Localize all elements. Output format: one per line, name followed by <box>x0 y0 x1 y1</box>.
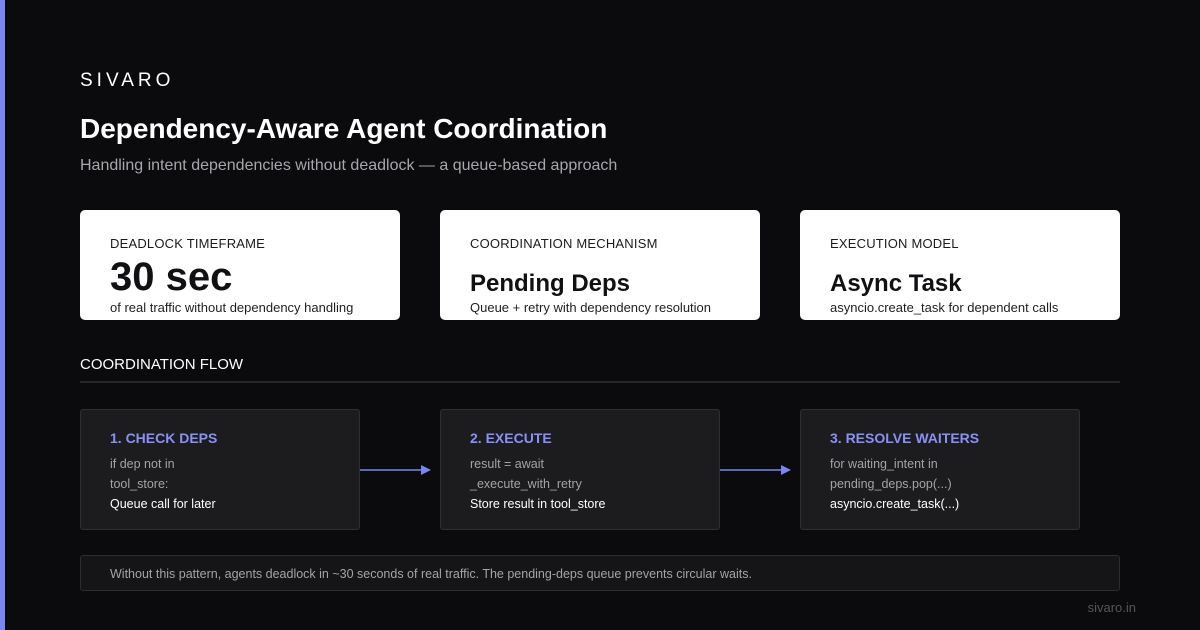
accent-bar <box>0 0 5 630</box>
flow-step-line: Store result in tool_store <box>470 497 606 511</box>
stat-label: EXECUTION MODEL <box>830 236 959 251</box>
page-subtitle: Handling intent dependencies without dea… <box>80 157 618 174</box>
flow-step-title: 3. RESOLVE WAITERS <box>830 430 980 446</box>
stat-label: COORDINATION MECHANISM <box>470 236 658 251</box>
flow-step-line: for waiting_intent in <box>830 457 938 471</box>
flow-step-title: 1. CHECK DEPS <box>110 430 218 446</box>
stat-label: DEADLOCK TIMEFRAME <box>110 236 266 251</box>
section-divider <box>80 381 1120 383</box>
flow-step-check-deps: 1. CHECK DEPS if dep not in tool_store: … <box>80 409 360 530</box>
footer-url: sivaro.in <box>1087 600 1136 615</box>
stat-card-coordination-mechanism: COORDINATION MECHANISM Pending Deps Queu… <box>440 210 760 320</box>
flow-step-line: pending_deps.pop(...) <box>830 477 952 491</box>
stat-description: of real traffic without dependency handl… <box>110 300 354 315</box>
note-box: Without this pattern, agents deadlock in… <box>80 555 1120 591</box>
flow-step-line: Queue call for later <box>110 497 216 511</box>
arrow-right-icon <box>360 465 431 475</box>
brand-logo: SIVARO <box>80 70 175 91</box>
flow-step-line: _execute_with_retry <box>470 477 582 491</box>
section-title-coordination-flow: COORDINATION FLOW <box>80 356 244 373</box>
note-text: Without this pattern, agents deadlock in… <box>110 567 752 581</box>
stat-description: Queue + retry with dependency resolution <box>470 300 712 315</box>
stat-card-execution-model: EXECUTION MODEL Async Task asyncio.creat… <box>800 210 1120 320</box>
flow-step-resolve-waiters: 3. RESOLVE WAITERS for waiting_intent in… <box>800 409 1080 530</box>
flow-step-execute: 2. EXECUTE result = await _execute_with_… <box>440 409 720 530</box>
flow-step-line: if dep not in <box>110 457 175 471</box>
stat-value: 30 sec <box>110 255 233 299</box>
stat-value: Pending Deps <box>470 270 631 297</box>
arrow-right-icon <box>720 465 791 475</box>
stat-value: Async Task <box>830 270 962 297</box>
flow-step-title: 2. EXECUTE <box>470 430 552 446</box>
stat-card-deadlock-timeframe: DEADLOCK TIMEFRAME 30 sec of real traffi… <box>80 210 400 320</box>
stat-description: asyncio.create_task for dependent calls <box>830 300 1059 315</box>
page-title: Dependency-Aware Agent Coordination <box>80 113 608 144</box>
flow-step-line: result = await <box>470 457 544 471</box>
flow-step-line: tool_store: <box>110 477 169 491</box>
flow-step-line: asyncio.create_task(...) <box>830 497 960 511</box>
